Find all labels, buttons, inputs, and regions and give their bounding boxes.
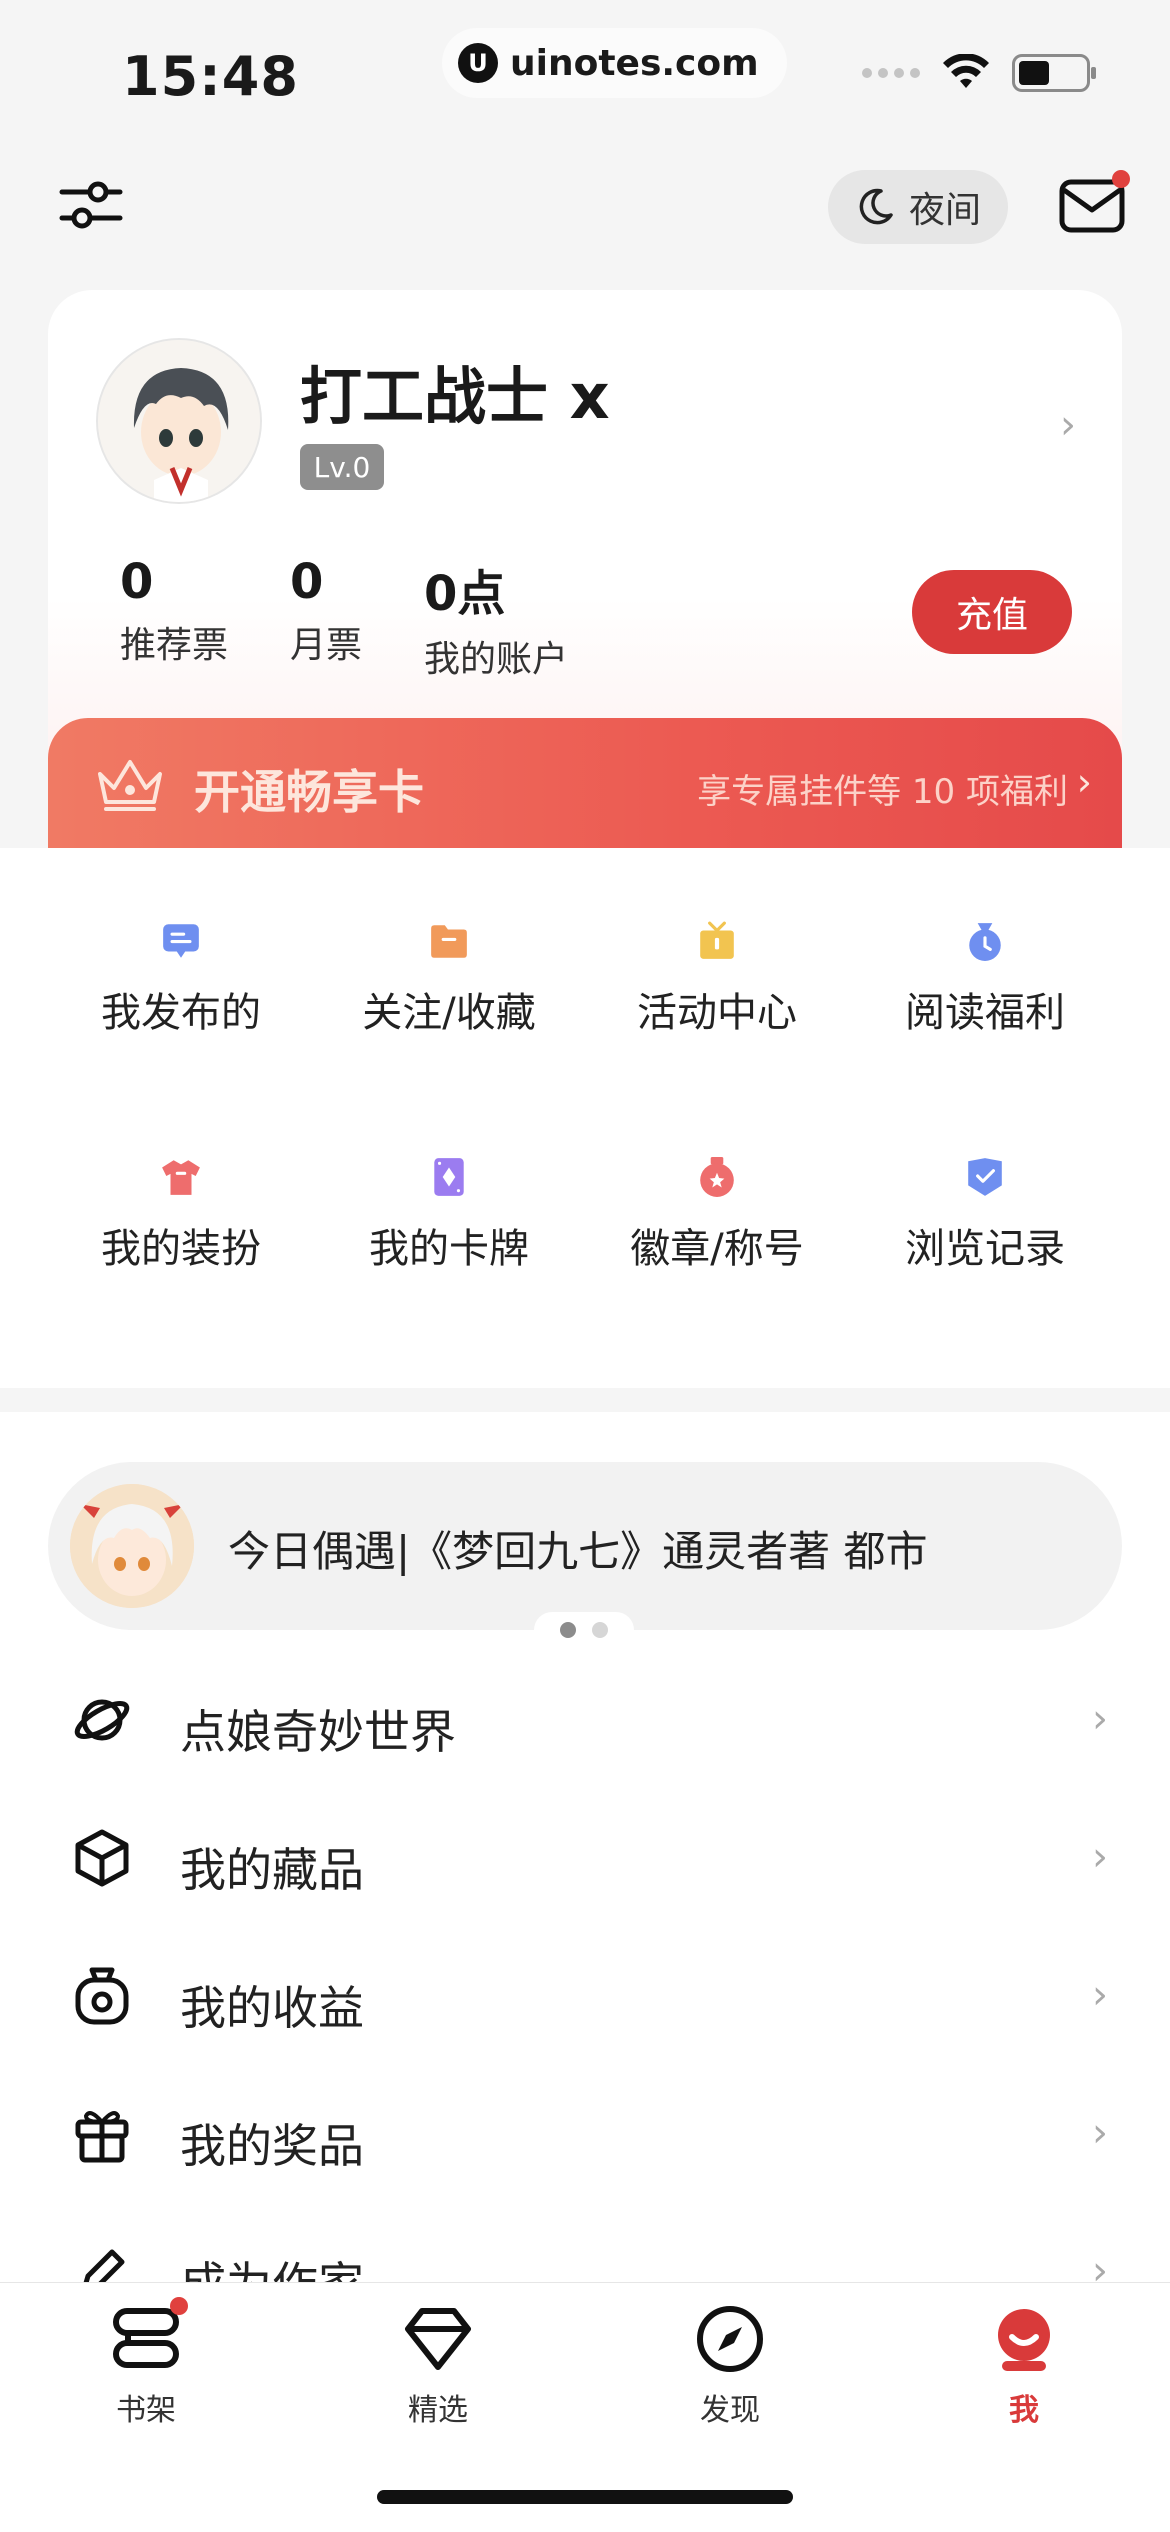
stat-label: 推荐票 <box>120 625 229 666</box>
gift-icon <box>700 921 734 959</box>
grid-item-my-cards[interactable]: 我的卡牌 <box>314 1084 584 1274</box>
moon-icon <box>859 188 893 225</box>
battery-icon <box>1012 54 1096 92</box>
grid-item-browse-history[interactable]: 浏览记录 <box>850 1084 1120 1274</box>
compass-icon <box>694 2303 766 2375</box>
stat-my-account[interactable]: 0点 我的账户 <box>424 554 568 682</box>
avatar-illustration <box>98 340 260 502</box>
status-icons <box>862 54 1096 92</box>
menu-item-label: 我的奖品 <box>180 2119 364 2173</box>
card-icon <box>434 1158 464 1196</box>
chat-bubble-icon <box>163 924 199 958</box>
grid-item-badges-titles[interactable]: 徽章/称号 <box>582 1084 852 1274</box>
coin-bag-icon <box>75 1967 129 2025</box>
chevron-right-icon: › <box>1092 2110 1108 2156</box>
carousel-dot <box>592 1622 608 1638</box>
stat-value: 0点 <box>424 566 506 622</box>
signal-icon <box>862 68 920 78</box>
tab-label: 我 <box>1009 2393 1039 2428</box>
tab-featured[interactable]: 精选 <box>338 2303 538 2429</box>
menu-item-my-earnings[interactable]: 我的收益 › <box>0 1936 1170 2056</box>
tab-label: 发现 <box>700 2393 760 2428</box>
grid-item-follow-favorites[interactable]: 关注/收藏 <box>314 848 584 1038</box>
daily-encounter-banner[interactable]: 今日偶遇|《梦回九七》通灵者著 都市 <box>48 1462 1122 1648</box>
menu-item-label: 我的藏品 <box>180 1843 364 1897</box>
carousel-indicator <box>534 1612 634 1648</box>
stat-value: 0 <box>120 554 154 610</box>
stat-monthly-tickets[interactable]: 0 月票 <box>290 554 362 668</box>
stat-recommend-tickets[interactable]: 0 推荐票 <box>120 554 228 668</box>
encounter-text: 今日偶遇|《梦回九七》通灵者著 都市 <box>228 1527 928 1576</box>
wifi-icon <box>943 54 989 88</box>
tab-notification-dot <box>170 2297 188 2315</box>
crown-icon <box>98 760 162 811</box>
grid-item-label: 徽章/称号 <box>630 1226 804 1272</box>
carousel-dot-active <box>560 1622 576 1638</box>
grid-item-label: 活动中心 <box>637 990 797 1036</box>
avatar[interactable] <box>96 338 262 504</box>
chevron-right-icon: › <box>1092 1972 1108 2018</box>
grid-item-label: 我的卡牌 <box>369 1226 529 1272</box>
home-indicator <box>377 2490 793 2504</box>
site-logo-icon: U <box>458 43 498 83</box>
chevron-right-icon: › <box>1092 1834 1108 1880</box>
level-badge: Lv.0 <box>300 444 384 490</box>
bookshelf-icon <box>110 2297 188 2375</box>
tab-me[interactable]: 我 <box>924 2303 1124 2429</box>
tab-bookshelf[interactable]: 书架 <box>46 2297 246 2429</box>
profile-icon <box>988 2303 1060 2375</box>
feature-grid: 我发布的 关注/收藏 活动中心 阅读福利 我的装扮 我的卡牌 徽章/称号 浏览记… <box>0 848 1170 1388</box>
menu-item-label: 点娘奇妙世界 <box>180 1705 456 1759</box>
grid-item-label: 我的装扮 <box>101 1226 261 1272</box>
stat-value: 0 <box>290 554 324 610</box>
mail-notification-dot <box>1112 170 1130 188</box>
grid-item-label: 浏览记录 <box>905 1226 1065 1272</box>
menu-item-my-prizes[interactable]: 我的奖品 › <box>0 2074 1170 2194</box>
username: 打工战士 x <box>300 360 610 433</box>
tab-label: 书架 <box>116 2393 176 2428</box>
gift-box-icon <box>75 2111 129 2163</box>
menu-item-label: 我的收益 <box>180 1981 364 2035</box>
stat-label: 我的账户 <box>424 639 569 680</box>
cube-icon <box>75 1829 129 1887</box>
grid-item-reading-benefits[interactable]: 阅读福利 <box>850 848 1120 1038</box>
url-pill: U uinotes.com <box>442 28 787 98</box>
chevron-right-icon[interactable]: › <box>1060 402 1076 448</box>
recharge-button[interactable]: 充值 <box>912 570 1072 654</box>
stat-label: 月票 <box>290 625 363 666</box>
money-bag-icon <box>969 923 1001 961</box>
night-mode-button[interactable]: 夜间 <box>828 170 1008 244</box>
diamond-icon <box>402 2303 474 2375</box>
planet-icon <box>74 1699 130 1741</box>
url-text: uinotes.com <box>510 42 759 84</box>
folder-icon <box>431 925 467 958</box>
status-bar: 15:48 U uinotes.com <box>0 0 1170 150</box>
grid-item-label: 阅读福利 <box>905 990 1065 1036</box>
chevron-right-icon: › <box>1092 1696 1108 1742</box>
night-mode-label: 夜间 <box>908 190 981 231</box>
grid-item-my-posts[interactable]: 我发布的 <box>46 848 316 1038</box>
settings-sliders-icon[interactable] <box>58 172 124 238</box>
menu-item-wonder-world[interactable]: 点娘奇妙世界 › <box>0 1660 1170 1780</box>
grid-item-my-outfits[interactable]: 我的装扮 <box>46 1084 316 1274</box>
lower-panel: 今日偶遇|《梦回九七》通灵者著 都市 点娘奇妙世界 › 我的藏品 › 我的收益 … <box>0 1412 1170 2311</box>
grid-item-label: 我发布的 <box>101 990 261 1036</box>
shield-check-icon <box>968 1158 1002 1196</box>
status-time: 15:48 <box>122 45 299 108</box>
vip-title: 开通畅享卡 <box>194 765 424 819</box>
vip-description: 享专属挂件等 10 项福利 <box>697 772 1068 812</box>
tab-discover[interactable]: 发现 <box>630 2303 830 2429</box>
character-avatar <box>70 1484 194 1608</box>
menu-item-my-collection[interactable]: 我的藏品 › <box>0 1798 1170 1918</box>
vip-banner[interactable]: 开通畅享卡 享专属挂件等 10 项福利 › <box>48 718 1122 858</box>
chevron-right-icon: › <box>1076 760 1092 804</box>
grid-item-activity-center[interactable]: 活动中心 <box>582 848 852 1038</box>
grid-item-label: 关注/收藏 <box>362 990 536 1036</box>
tshirt-icon <box>162 1160 200 1195</box>
tab-label: 精选 <box>408 2393 468 2428</box>
medal-icon <box>700 1157 734 1197</box>
